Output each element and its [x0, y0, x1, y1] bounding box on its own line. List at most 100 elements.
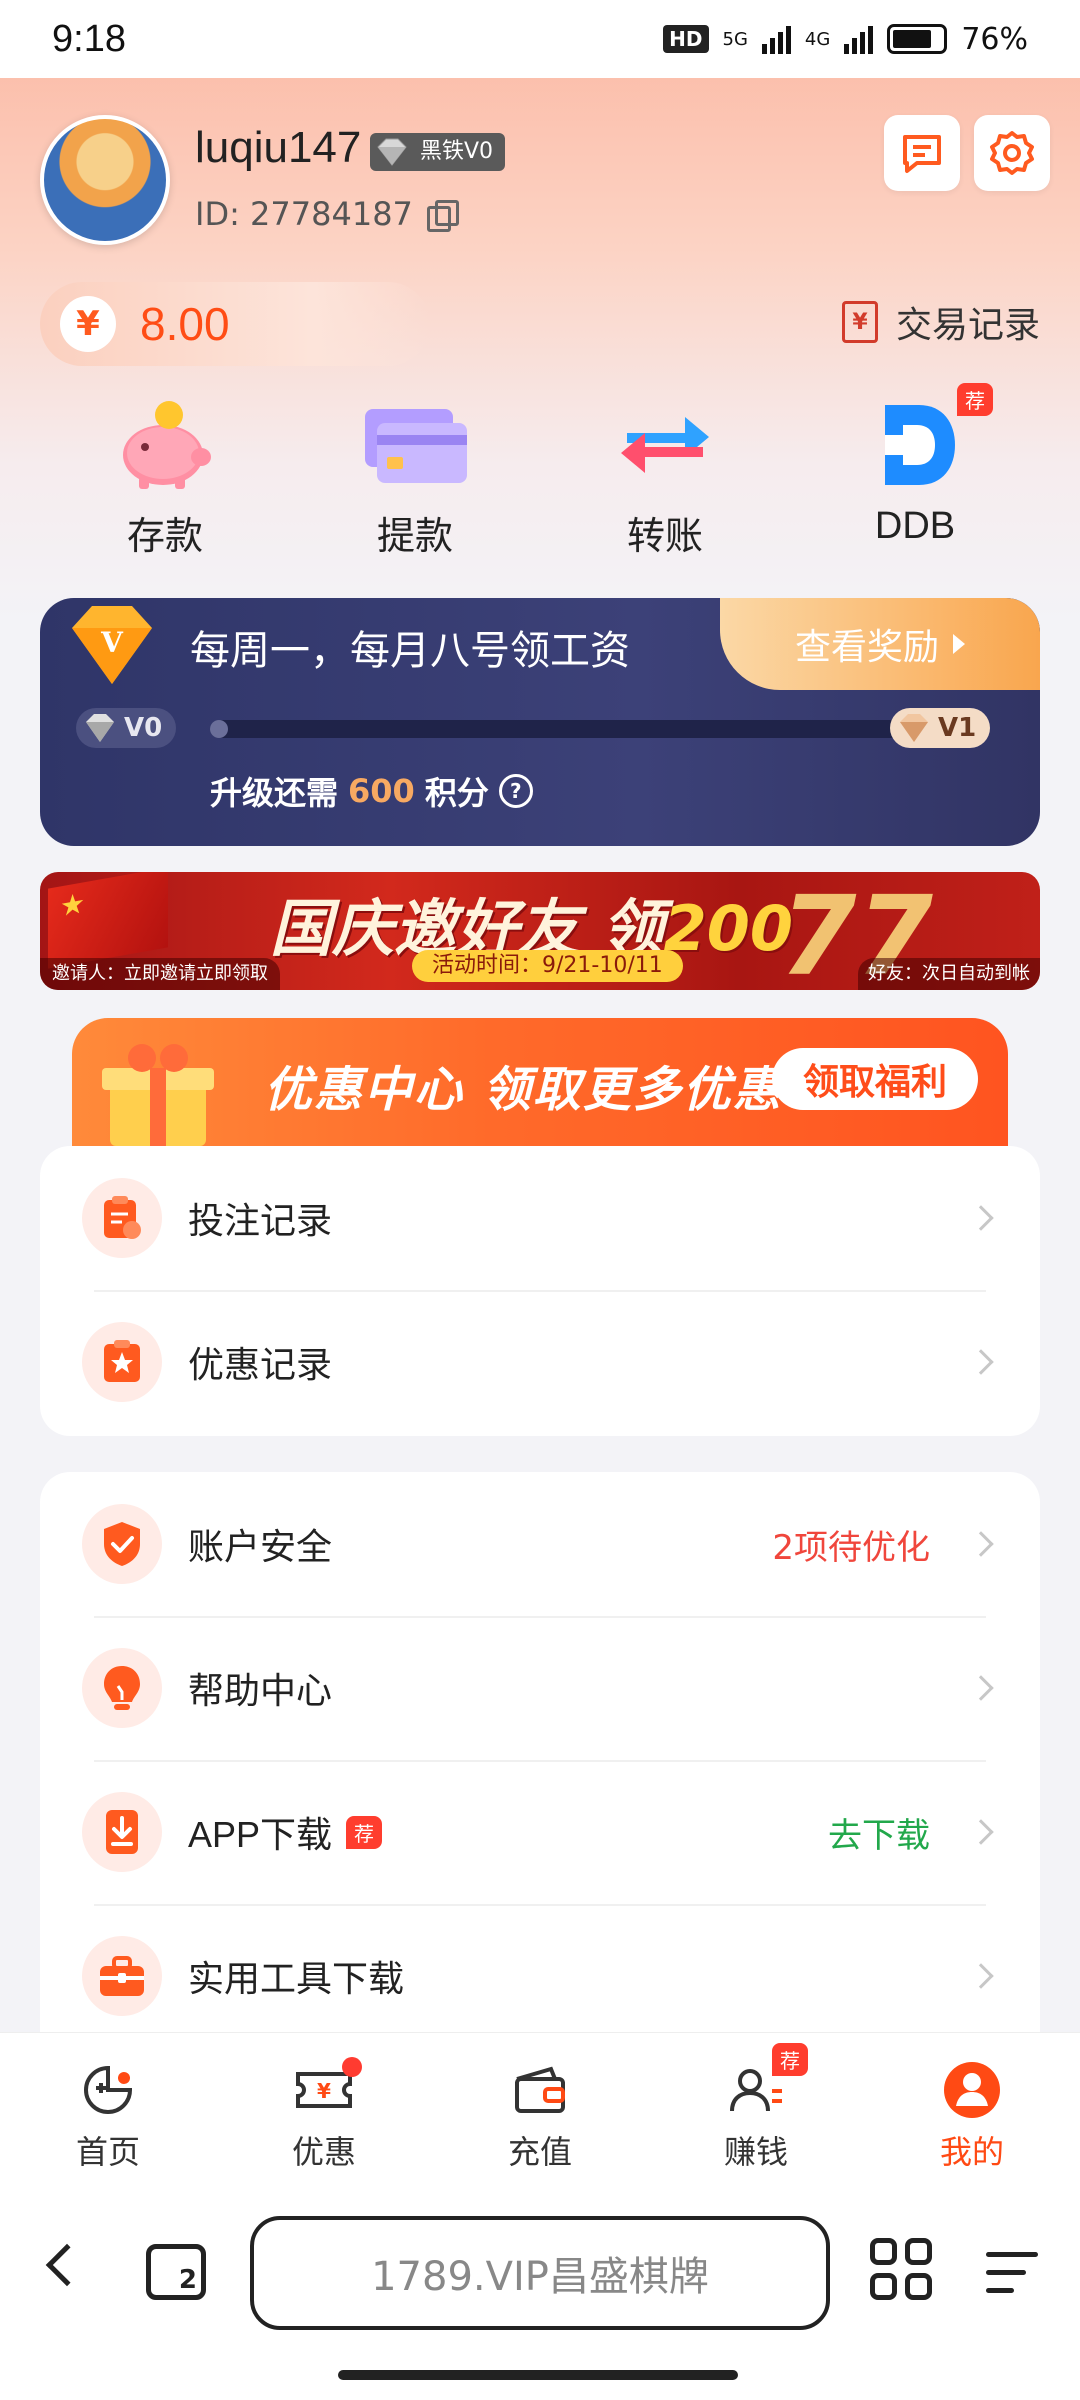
shield-icon — [82, 1504, 162, 1584]
back-arrow-icon[interactable] — [45, 2243, 89, 2287]
receipt-icon: ¥ — [841, 301, 878, 343]
recommend-tag: 荐 — [957, 383, 993, 416]
list-item-promo-records[interactable]: 优惠记录 — [40, 1290, 1040, 1434]
banner-time: 活动时间：9/21-10/11 — [412, 950, 683, 982]
balance-pill[interactable]: ¥ 8.00 — [40, 282, 430, 366]
hd-voice-icon: HD — [663, 25, 709, 53]
bottom-tab-bar: 首页 ¥ 优惠 充值 荐 赚钱 我的 — [0, 2032, 1080, 2192]
browser-toolbar: 2 1789.VIP昌盛棋牌 — [0, 2192, 1080, 2400]
current-level-label: V0 — [124, 713, 163, 743]
network-4g-label: 4G — [804, 28, 831, 50]
banner-title-number: 200 — [663, 892, 794, 965]
address-bar[interactable]: 1789.VIP昌盛棋牌 — [250, 2216, 830, 2330]
vip-progress-track — [210, 720, 910, 738]
avatar[interactable] — [40, 115, 170, 245]
action-ddb-label: DDB — [874, 505, 956, 547]
lightbulb-icon — [82, 1648, 162, 1728]
message-icon — [903, 135, 941, 173]
browser-tabs-button[interactable]: 2 — [146, 2244, 206, 2300]
claim-benefits-button[interactable]: 领取福利 — [772, 1048, 978, 1110]
list-item-account-security[interactable]: 账户安全 2项待优化 — [40, 1472, 1040, 1616]
toolbox-icon — [82, 1936, 162, 2016]
copy-icon[interactable] — [426, 200, 459, 232]
list-item-app-download[interactable]: APP下载 荐 去下载 — [40, 1760, 1040, 1904]
chevron-right-icon — [968, 1349, 994, 1375]
chevron-right-icon — [968, 1819, 994, 1845]
tab-recharge-label: 充值 — [507, 2133, 572, 2171]
apps-grid-icon[interactable] — [870, 2238, 932, 2300]
chevron-right-icon — [953, 634, 965, 654]
account-security-label: 账户安全 — [188, 1527, 333, 1568]
national-day-banner[interactable]: 国庆邀好友 领200 活动时间：9/21-10/11 77 邀请人：立即邀请立即… — [40, 872, 1040, 990]
list-item-bet-records[interactable]: 投注记录 — [40, 1146, 1040, 1290]
profile-icon — [942, 2061, 1002, 2119]
view-rewards-label: 查看奖励 — [794, 627, 939, 668]
records-card: 投注记录 优惠记录 — [40, 1146, 1040, 1436]
svg-text:V: V — [100, 626, 124, 659]
download-icon — [82, 1792, 162, 1872]
user-id: ID: 27784187 — [195, 195, 413, 233]
user-id-row: ID: 27784187 — [195, 195, 459, 233]
quick-actions: 存款 提款 转账 荐 DDB — [0, 383, 1080, 560]
battery-level: 76% — [961, 21, 1028, 57]
action-deposit[interactable]: 存款 — [65, 395, 265, 560]
list-item-help-center[interactable]: 帮助中心 — [40, 1616, 1040, 1760]
settings-button[interactable] — [974, 115, 1050, 191]
menu-icon[interactable] — [986, 2248, 1038, 2298]
tools-download-label: 实用工具下载 — [188, 1959, 405, 2000]
promo-record-icon — [82, 1322, 162, 1402]
help-icon[interactable]: ? — [498, 774, 533, 808]
signal-5g-icon — [761, 24, 791, 54]
vip-progress-fill — [210, 720, 228, 738]
progress-prefix: 升级还需 — [210, 774, 339, 812]
vip-diamond-icon: V — [72, 606, 152, 684]
trade-records-link[interactable]: ¥ 交易记录 — [841, 296, 1040, 348]
action-transfer-label: 转账 — [626, 514, 703, 558]
tab-promotions[interactable]: ¥ 优惠 — [216, 2033, 432, 2192]
tab-mine[interactable]: 我的 — [864, 2033, 1080, 2192]
vip-card[interactable]: V 每周一，每月八号领工资 查看奖励 V0 V1 升级还需 600 积分 ? — [40, 598, 1040, 846]
security-status: 2项待优化 — [772, 1527, 930, 1568]
view-rewards-button[interactable]: 查看奖励 — [720, 598, 1040, 690]
silver-diamond-icon — [86, 714, 114, 742]
action-withdraw[interactable]: 提款 — [315, 395, 515, 560]
action-transfer[interactable]: 转账 — [565, 395, 765, 560]
diamond-icon — [377, 138, 407, 166]
progress-suffix: 积分 — [424, 774, 489, 812]
tab-home[interactable]: 首页 — [0, 2033, 216, 2192]
tab-earn[interactable]: 荐 赚钱 — [648, 2033, 864, 2192]
vip-progress-text: 升级还需 600 积分 ? — [210, 768, 533, 814]
chevron-right-icon — [968, 1675, 994, 1701]
bet-record-icon — [82, 1178, 162, 1258]
points-needed: 600 — [348, 772, 415, 810]
message-button[interactable] — [884, 115, 960, 191]
flag-icon — [48, 872, 168, 969]
action-deposit-label: 存款 — [126, 514, 203, 558]
svg-text:¥: ¥ — [317, 2079, 331, 2103]
tab-mine-label: 我的 — [939, 2133, 1004, 2171]
tab-home-label: 首页 — [75, 2133, 140, 2171]
tab-earn-label: 赚钱 — [723, 2133, 788, 2171]
list-item-tools-download[interactable]: 实用工具下载 — [40, 1904, 1040, 2048]
battery-icon — [887, 24, 948, 54]
promo-records-label: 优惠记录 — [188, 1345, 333, 1386]
network-5g-label: 5G — [722, 28, 748, 50]
profile-header: luqiu147 黑铁V0 ID: 27784187 — [40, 115, 1050, 255]
tab-recharge[interactable]: 充值 — [432, 2033, 648, 2192]
chevron-right-icon — [968, 1531, 994, 1557]
home-indicator — [338, 2370, 738, 2380]
recommend-tag: 荐 — [772, 2043, 808, 2076]
promo-center-banner[interactable]: 优惠中心 领取更多优惠 领取福利 — [72, 1018, 1008, 1146]
gear-icon — [990, 131, 1034, 175]
vip-level-badge[interactable]: 黑铁V0 — [370, 133, 506, 171]
tab-promotions-label: 优惠 — [291, 2133, 356, 2171]
username: luqiu147 — [195, 123, 362, 172]
piggy-bank-icon — [105, 395, 225, 495]
go-download-link[interactable]: 去下载 — [828, 1808, 930, 1857]
banner-inviter-note: 邀请人：立即邀请立即领取 — [40, 958, 280, 990]
trade-records-label: 交易记录 — [895, 305, 1040, 346]
action-ddb[interactable]: 荐 DDB — [815, 383, 1015, 560]
chevron-right-icon — [968, 1205, 994, 1231]
bet-records-label: 投注记录 — [188, 1201, 333, 1242]
help-center-label: 帮助中心 — [188, 1671, 333, 1712]
